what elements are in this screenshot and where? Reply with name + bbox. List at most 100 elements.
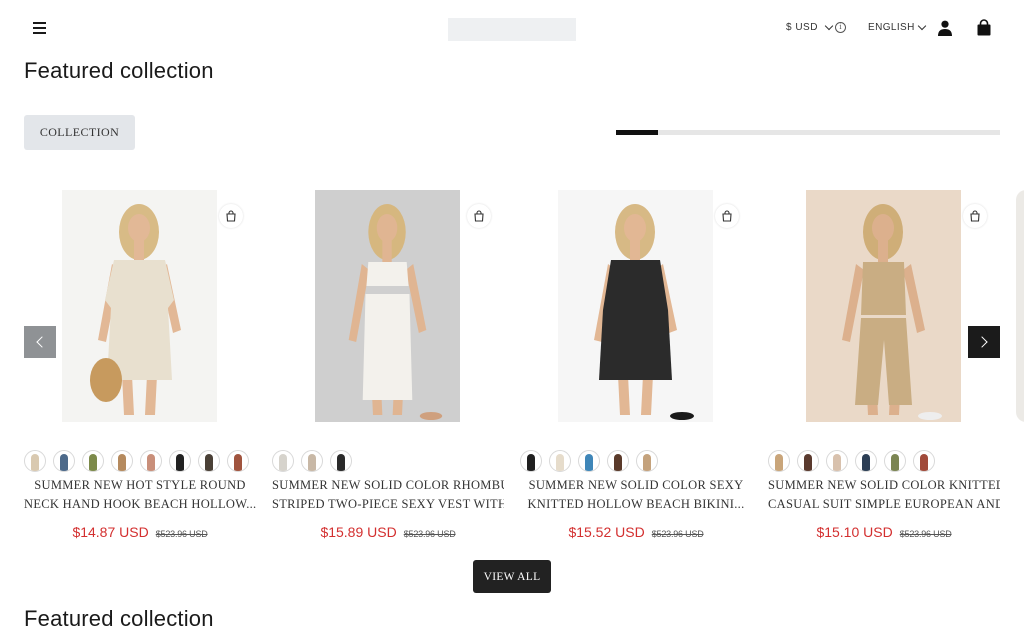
sale-price: $15.52 USD: [568, 524, 645, 540]
photo-accessory: [670, 412, 694, 420]
color-swatch[interactable]: [768, 450, 790, 472]
color-swatch[interactable]: [111, 450, 133, 472]
color-swatch[interactable]: [272, 450, 294, 472]
slider-prev-button[interactable]: [24, 326, 56, 358]
color-swatch[interactable]: [520, 450, 542, 472]
swatch-figure: [804, 454, 812, 471]
product-image[interactable]: [315, 190, 470, 422]
language-label: ENGLISH: [868, 22, 915, 33]
model-garment: [105, 260, 174, 380]
swatch-figure: [147, 454, 155, 471]
swatch-figure: [89, 454, 97, 471]
info-icon[interactable]: i: [835, 22, 846, 33]
photo-accessory: [90, 358, 122, 402]
swatch-figure: [60, 454, 68, 471]
color-swatch[interactable]: [607, 450, 629, 472]
swatch-figure: [862, 454, 870, 471]
product-image[interactable]: [62, 190, 217, 422]
menu-icon[interactable]: [30, 18, 50, 38]
quick-add-cart-icon[interactable]: [219, 204, 243, 228]
slider-next-button[interactable]: [968, 326, 1000, 358]
bag-plus-icon: [226, 210, 236, 222]
chevron-left-icon: [36, 336, 48, 348]
model-neck: [878, 240, 888, 262]
color-swatch[interactable]: [330, 450, 352, 472]
site-header: $ USD i ENGLISH: [0, 0, 1024, 58]
color-swatches: [24, 450, 249, 472]
color-swatch[interactable]: [549, 450, 571, 472]
color-swatch[interactable]: [198, 450, 220, 472]
quick-add-cart-icon[interactable]: [963, 204, 987, 228]
color-swatches: [768, 450, 935, 472]
product-title-line: CASUAL SUIT SIMPLE EUROPEAN AND...: [768, 497, 1000, 511]
swatch-figure: [527, 454, 535, 471]
color-swatch[interactable]: [578, 450, 600, 472]
product-title-line: NECK HAND HOOK BEACH HOLLOW...: [24, 497, 256, 511]
swatch-figure: [614, 454, 622, 471]
swatch-figure: [205, 454, 213, 471]
color-swatches: [272, 450, 352, 472]
color-swatch[interactable]: [855, 450, 877, 472]
color-swatch[interactable]: [24, 450, 46, 472]
quick-add-cart-icon[interactable]: [467, 204, 491, 228]
view-all-button[interactable]: VIEW ALL: [473, 560, 551, 593]
price-row: $15.52 USD $523.96 USD: [520, 524, 752, 540]
color-swatch[interactable]: [82, 450, 104, 472]
user-icon[interactable]: [937, 20, 953, 36]
collection-button[interactable]: COLLECTION: [24, 115, 135, 150]
next-product-card-peek[interactable]: [1016, 190, 1024, 422]
currency-label: $ USD: [786, 22, 818, 33]
section-title: Featured collection: [24, 58, 214, 83]
color-swatch[interactable]: [797, 450, 819, 472]
color-swatch[interactable]: [53, 450, 75, 472]
section-title: Featured collection: [24, 606, 214, 631]
price-row: $15.89 USD $523.96 USD: [272, 524, 504, 540]
bag-plus-icon: [970, 210, 980, 222]
chevron-down-icon: [824, 21, 834, 31]
color-swatch[interactable]: [884, 450, 906, 472]
language-selector[interactable]: ENGLISH: [868, 21, 926, 33]
color-swatch[interactable]: [826, 450, 848, 472]
color-swatch[interactable]: [636, 450, 658, 472]
product-title-line: SUMMER NEW HOT STYLE ROUND: [34, 478, 246, 492]
product-title[interactable]: SUMMER NEW HOT STYLE ROUND NECK HAND HOO…: [24, 476, 256, 514]
compare-price: $523.96 USD: [155, 529, 208, 539]
slider-progress-bar[interactable]: [616, 130, 1000, 135]
product-image[interactable]: [558, 190, 713, 422]
swatch-figure: [176, 454, 184, 471]
product-title[interactable]: SUMMER NEW SOLID COLOR KNITTED CASUAL SU…: [768, 476, 1000, 514]
color-swatch[interactable]: [301, 450, 323, 472]
model-face: [624, 214, 646, 242]
sale-price: $14.87 USD: [72, 524, 149, 540]
swatch-figure: [891, 454, 899, 471]
model-neck: [630, 240, 640, 262]
color-swatch[interactable]: [227, 450, 249, 472]
color-swatch[interactable]: [169, 450, 191, 472]
color-swatch[interactable]: [913, 450, 935, 472]
store-logo[interactable]: [448, 18, 576, 41]
swatch-figure: [775, 454, 783, 471]
model-garment: [599, 260, 672, 380]
swatch-figure: [556, 454, 564, 471]
compare-price: $523.96 USD: [403, 529, 456, 539]
swatch-figure: [920, 454, 928, 471]
swatch-figure: [118, 454, 126, 471]
model-face: [872, 214, 894, 242]
swatch-figure: [833, 454, 841, 471]
quick-add-cart-icon[interactable]: [715, 204, 739, 228]
bag-icon[interactable]: [976, 19, 992, 36]
product-title[interactable]: SUMMER NEW SOLID COLOR RHOMBUS STRIPED T…: [272, 476, 504, 514]
product-image[interactable]: [806, 190, 961, 422]
model-face: [376, 214, 398, 242]
product-title[interactable]: SUMMER NEW SOLID COLOR SEXY KNITTED HOLL…: [520, 476, 752, 514]
color-swatch[interactable]: [140, 450, 162, 472]
model-neck: [382, 240, 392, 262]
photo-accessory: [918, 412, 942, 420]
color-swatches: [520, 450, 658, 472]
swatch-figure: [234, 454, 242, 471]
swatch-figure: [279, 454, 287, 471]
product-title-line: KNITTED HOLLOW BEACH BIKINI...: [527, 497, 745, 511]
currency-selector[interactable]: $ USD: [786, 21, 834, 33]
model-garment: [362, 262, 413, 400]
product-title-line: SUMMER NEW SOLID COLOR RHOMBUS: [272, 478, 504, 492]
